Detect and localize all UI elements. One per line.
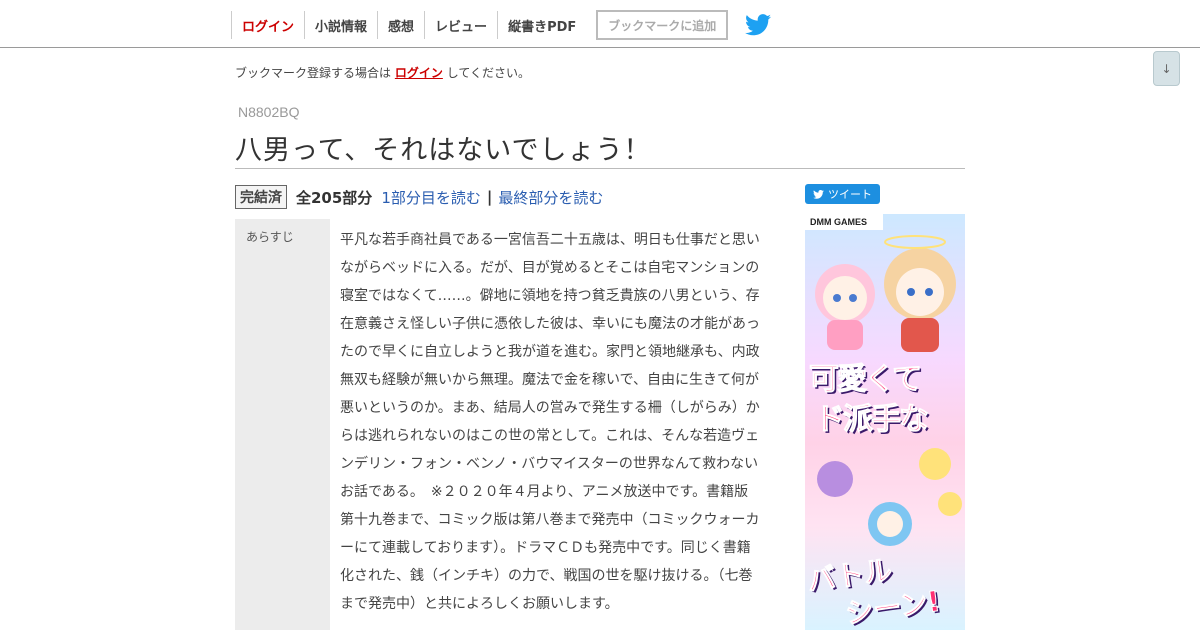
synopsis-label: あらすじ: [246, 230, 294, 244]
top-navigation-bar: ログイン 小説情報 感想 レビュー 縦書きPDF ブックマークに追加: [0, 0, 1200, 48]
novel-code: N8802BQ: [238, 104, 300, 120]
notice-text-after: してください。: [446, 66, 530, 80]
read-first-part-link[interactable]: 1部分目を読む: [381, 187, 481, 208]
completed-badge: 完結済: [235, 185, 287, 209]
scroll-down-button[interactable]: ↓: [1153, 51, 1180, 86]
title-divider: [235, 168, 965, 169]
nav-vertical-pdf[interactable]: 縦書きPDF: [497, 11, 586, 39]
nav-menu: ログイン 小説情報 感想 レビュー 縦書きPDF ブックマークに追加: [231, 10, 772, 40]
novel-status-row: 完結済 全205部分 1部分目を読む | 最終部分を読む: [235, 184, 603, 210]
notice-login-link[interactable]: ログイン: [395, 66, 443, 80]
add-bookmark-button[interactable]: ブックマークに追加: [596, 10, 729, 40]
bookmark-login-notice: ブックマーク登録する場合は ログイン してください。: [235, 64, 530, 81]
advertisement-banner[interactable]: DMM GAMES 可愛くて ド派手な バトル シーン!: [805, 214, 965, 630]
ad-text-line2: ド派手な: [815, 402, 930, 438]
nav-impressions[interactable]: 感想: [377, 11, 424, 39]
tweet-label: ツイート: [828, 188, 872, 201]
nav-reviews[interactable]: レビュー: [424, 11, 497, 39]
notice-text-before: ブックマーク登録する場合は: [235, 66, 392, 80]
total-parts: 全205部分: [296, 188, 373, 207]
ad-text-line1: 可愛くて: [808, 362, 922, 398]
nav-novel-info[interactable]: 小説情報: [304, 11, 377, 39]
tweet-button[interactable]: ツイート: [805, 184, 880, 204]
link-separator: |: [486, 188, 493, 206]
read-last-part-link[interactable]: 最終部分を読む: [498, 187, 603, 208]
nav-login[interactable]: ログイン: [231, 11, 304, 39]
tweet-bird-icon: [813, 189, 824, 199]
novel-title: 八男って、それはないでしょう！: [235, 135, 652, 166]
twitter-bird-icon[interactable]: [744, 11, 772, 39]
synopsis-label-cell: [235, 219, 330, 630]
synopsis-text: 平凡な若手商社員である一宮信吾二十五歳は、明日も仕事だと思いながらベッドに入る。…: [340, 232, 760, 612]
